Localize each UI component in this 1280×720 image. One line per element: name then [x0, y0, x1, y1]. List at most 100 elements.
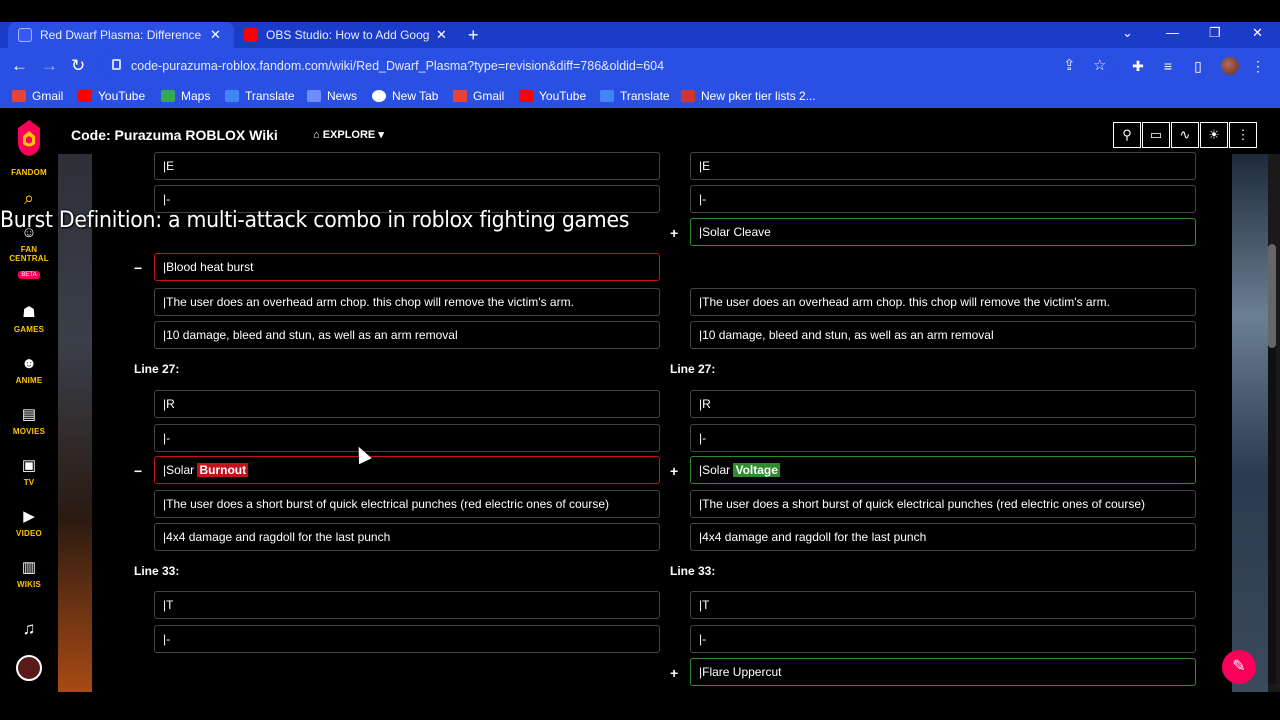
anime-nav[interactable]: ☻ ANIME [0, 355, 58, 385]
news-icon [307, 90, 321, 102]
removed-line-marker: − [134, 463, 143, 479]
gmail-icon [12, 90, 26, 102]
right-line-number: Line 33: [670, 564, 716, 578]
background-art-right [1232, 154, 1268, 692]
youtube-favicon-icon [244, 28, 258, 42]
bookmark-label: Maps [181, 89, 211, 103]
profile-avatar[interactable] [1221, 57, 1239, 75]
discussions-icon[interactable]: ▭ [1142, 122, 1170, 148]
edit-pencil-icon[interactable]: ✎ [1222, 650, 1256, 684]
youtube-icon [519, 90, 533, 102]
minimize-icon[interactable]: — [1166, 22, 1179, 48]
diff-left-removed-cell: |Blood heat burst [154, 253, 660, 281]
diff-right-cell: |T [690, 591, 1196, 619]
search-icon[interactable]: ⚲ [1113, 122, 1141, 148]
more-options-icon[interactable]: ⋮ [1229, 122, 1257, 148]
extensions-puzzle-icon[interactable]: ✚ [1129, 57, 1147, 75]
wikis-nav[interactable]: ▥ WIKIS [0, 559, 58, 589]
reload-icon[interactable]: ↻ [71, 48, 85, 84]
tv-label: TV [23, 478, 35, 487]
games-nav[interactable]: ☗ GAMES [0, 304, 58, 334]
tab-obs-studio[interactable]: OBS Studio: How to Add Google ✕ [234, 22, 460, 48]
diff-right-cell: |R [690, 390, 1196, 418]
bookmark-translate-2[interactable]: Translate [600, 84, 670, 108]
new-tab-plus-icon[interactable]: + [468, 22, 479, 48]
bookmark-gmail-2[interactable]: Gmail [453, 84, 504, 108]
user-avatar [16, 655, 42, 681]
video-nav[interactable]: ▶ VIDEO [0, 508, 58, 538]
menu-kebab-icon[interactable]: ⋮ [1249, 57, 1267, 75]
search-icon: ⌕ [23, 188, 35, 208]
youtube-icon [78, 90, 92, 102]
gmail-icon [453, 90, 467, 102]
browser-toolbar: ← → ↻ code-purazuma-roblox.fandom.com/wi… [0, 48, 1280, 84]
theme-toggle-icon[interactable]: ☀ [1200, 122, 1228, 148]
bookmark-label: Gmail [473, 89, 505, 103]
search-nav[interactable]: ⌕ [0, 189, 58, 207]
bookmarks-bar: Gmail YouTube Maps Translate News New Ta… [0, 84, 1280, 108]
close-tab-icon[interactable]: ✕ [436, 27, 447, 43]
beta-badge: BETA [18, 271, 40, 279]
share-icon[interactable]: ⇪ [1063, 56, 1076, 74]
lock-icon [112, 59, 121, 70]
bookmark-label: News [327, 89, 358, 103]
bookmark-news[interactable]: News [307, 84, 357, 108]
right-line-number: Line 27: [670, 362, 716, 376]
diff-right-cell: |- [690, 424, 1196, 452]
movies-label: MOVIES [12, 427, 46, 436]
bookmark-pker-tier[interactable]: New pker tier lists 2... [681, 84, 816, 108]
diff-left-cell: |The user does an overhead arm chop. thi… [154, 288, 660, 316]
solar-prefix: |Solar [163, 463, 198, 477]
diff-right-added-cell: |Solar Voltage [690, 456, 1196, 484]
bell-icon: ♫ [22, 619, 36, 638]
bookmark-translate[interactable]: Translate [225, 84, 295, 108]
diff-right-cell: |4x4 damage and ragdoll for the last pun… [690, 523, 1196, 551]
activity-icon[interactable]: ∿ [1171, 122, 1199, 148]
wikis-label: WIKIS [16, 580, 42, 589]
diff-left-cell: |The user does a short burst of quick el… [154, 490, 660, 518]
screen-top-border [0, 0, 1280, 22]
url-text: code-purazuma-roblox.fandom.com/wiki/Red… [131, 59, 665, 73]
bookmark-new-tab[interactable]: New Tab [372, 84, 438, 108]
removed-line-marker: − [134, 260, 143, 276]
media-queue-icon[interactable]: ≡ [1159, 57, 1177, 75]
diff-right-cell: |The user does a short burst of quick el… [690, 490, 1196, 518]
close-tab-icon[interactable]: ✕ [210, 27, 221, 43]
bookmark-maps[interactable]: Maps [161, 84, 210, 108]
screen-bottom-border [0, 692, 1280, 720]
tv-icon: ▣ [21, 457, 37, 474]
movies-nav[interactable]: ▤ MOVIES [0, 406, 58, 436]
bookmark-star-icon[interactable]: ☆ [1093, 56, 1106, 74]
wikis-book-icon: ▥ [21, 559, 37, 576]
tab-red-dwarf-plasma[interactable]: Red Dwarf Plasma: Difference be ✕ [8, 22, 234, 48]
fandom-logo-icon[interactable] [12, 118, 46, 158]
pker-icon [681, 90, 695, 102]
diff-left-removed-cell: |Solar Burnout [154, 456, 660, 484]
bookmark-youtube-2[interactable]: YouTube [519, 84, 586, 108]
added-line-marker: + [670, 665, 679, 681]
solar-prefix: |Solar [699, 463, 734, 477]
fandom-brand[interactable]: FANDOM [0, 168, 58, 177]
back-arrow-icon[interactable]: ← [11, 48, 28, 84]
page-scrollbar-thumb[interactable] [1268, 244, 1276, 348]
diff-right-cell: |10 damage, bleed and stun, as well as a… [690, 321, 1196, 349]
diff-right-cell: |The user does an overhead arm chop. thi… [690, 288, 1196, 316]
side-panel-icon[interactable]: ▯ [1189, 57, 1207, 75]
bookmark-label: YouTube [539, 89, 587, 103]
forward-arrow-icon[interactable]: → [41, 48, 58, 84]
tv-nav[interactable]: ▣ TV [0, 457, 58, 487]
added-line-marker: + [670, 225, 679, 241]
bookmark-youtube[interactable]: YouTube [78, 84, 145, 108]
close-window-icon[interactable]: ✕ [1252, 22, 1263, 48]
notifications-nav[interactable]: ♫ [0, 620, 58, 638]
background-art-left [58, 108, 92, 692]
restore-icon[interactable]: ❐ [1209, 22, 1221, 48]
tab-search-chevron-icon[interactable]: ⌄ [1122, 22, 1133, 48]
games-label: GAMES [13, 325, 45, 334]
address-bar[interactable]: code-purazuma-roblox.fandom.com/wiki/Red… [100, 52, 1120, 80]
user-avatar-nav[interactable] [0, 655, 58, 681]
diff-left-cell: |- [154, 625, 660, 653]
translate-icon [225, 90, 239, 102]
bookmark-gmail[interactable]: Gmail [12, 84, 63, 108]
removed-word-highlight: Burnout [197, 463, 249, 477]
